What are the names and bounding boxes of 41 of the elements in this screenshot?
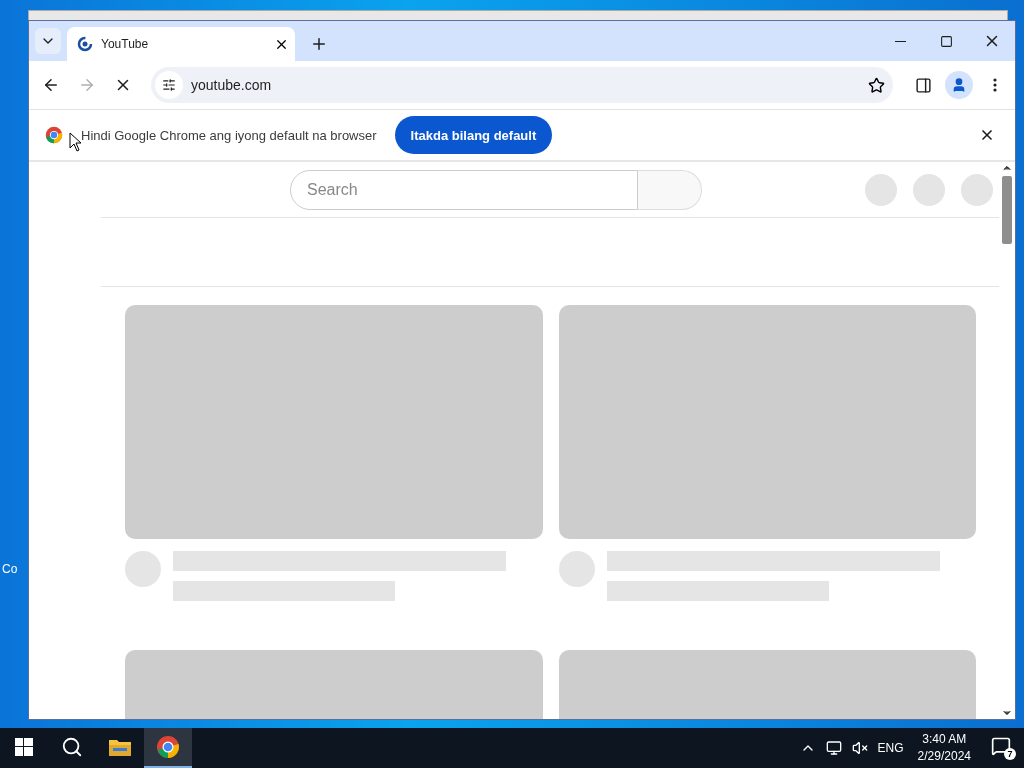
network-icon[interactable]	[825, 740, 842, 756]
loading-icon	[77, 36, 93, 52]
plus-icon	[310, 35, 328, 53]
close-icon	[979, 127, 995, 143]
windows-logo-icon	[15, 738, 33, 756]
profile-button[interactable]	[945, 71, 973, 99]
sliders-icon	[162, 78, 176, 92]
chrome-logo-icon	[45, 126, 63, 144]
language-indicator[interactable]: ENG	[877, 741, 904, 755]
tab-search-button[interactable]	[35, 28, 61, 54]
minimize-icon	[894, 40, 906, 42]
search-field[interactable]: Search	[290, 169, 638, 210]
browser-tab[interactable]: YouTube	[67, 27, 295, 61]
mouse-cursor-icon	[69, 132, 81, 152]
maximize-icon	[939, 34, 953, 48]
url-text: youtube.com	[191, 77, 273, 93]
message-icon	[991, 736, 1011, 756]
site-settings-button[interactable]	[155, 71, 183, 99]
icon-placeholder	[865, 173, 897, 206]
tab-title: YouTube	[101, 37, 150, 51]
folder-icon	[108, 737, 132, 757]
clock[interactable]: 3:40 AM 2/29/2024	[917, 731, 971, 765]
desktop-icon-label[interactable]: Co	[2, 562, 28, 576]
search-icon	[61, 736, 83, 758]
avatar-placeholder	[125, 551, 161, 587]
avatar-placeholder	[559, 551, 595, 587]
volume-muted-icon[interactable]	[851, 740, 868, 756]
notifications-button[interactable]: 7	[991, 736, 1016, 760]
set-default-button[interactable]: Itakda bilang default	[394, 116, 553, 154]
person-icon	[951, 77, 967, 93]
icon-placeholder	[913, 173, 945, 206]
taskbar-app[interactable]	[144, 728, 192, 768]
scrollbar-thumb[interactable]	[1002, 176, 1012, 244]
forward-arrow-icon	[78, 76, 96, 94]
side-panel-icon	[914, 76, 932, 94]
infobar-message: Hindi Google Chrome ang iyong default na browser	[81, 127, 377, 143]
bookmark-star-icon[interactable]	[868, 76, 885, 94]
avatar-placeholder	[961, 173, 993, 206]
address-bar[interactable]: youtube.com	[151, 67, 893, 103]
chrome-logo-icon	[156, 735, 180, 759]
more-dots-icon	[993, 78, 997, 92]
